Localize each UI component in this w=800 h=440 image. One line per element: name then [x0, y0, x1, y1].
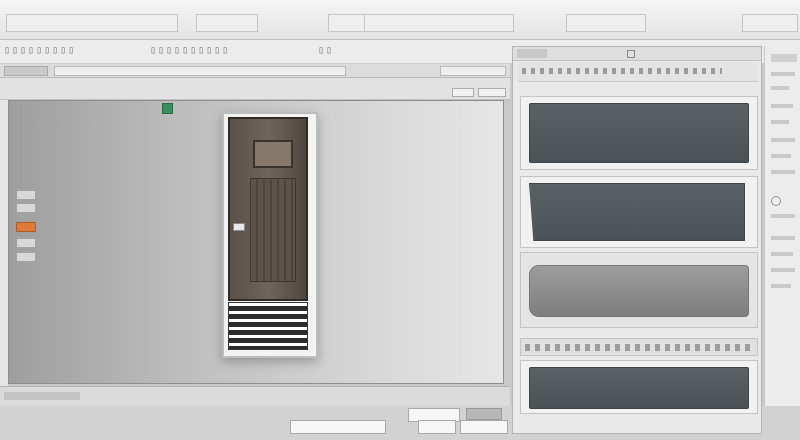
title-tab-3[interactable]: [328, 14, 366, 32]
thumbnail-image-4: [529, 367, 749, 409]
side-tool-2[interactable]: [16, 203, 36, 213]
door-panel: [250, 178, 296, 282]
viewport-left-rail: [0, 100, 8, 390]
thumbnail-card-3[interactable]: [520, 252, 758, 328]
door-vent-grille: [228, 302, 308, 350]
toolbar-icons-left[interactable]: ▯▯▯▯▯▯▯▯▯: [4, 45, 76, 56]
editor-tab-active[interactable]: [4, 66, 48, 76]
right-panel-tool-icons[interactable]: [522, 68, 722, 74]
toolbar-icons-right[interactable]: ▯▯: [318, 45, 334, 56]
editor-subheader: [0, 78, 510, 100]
prop-row-9[interactable]: [771, 236, 795, 240]
view-selector[interactable]: [440, 66, 506, 76]
prop-row-7[interactable]: [771, 170, 795, 174]
properties-column: [764, 46, 800, 406]
thumbnail-image-1: [529, 103, 749, 163]
thumbnail-image-3: [529, 265, 749, 317]
title-bar: [0, 0, 800, 40]
green-marker-icon[interactable]: [162, 103, 173, 114]
side-tool-1[interactable]: [16, 190, 36, 200]
prop-row-1[interactable]: [771, 72, 795, 76]
side-tool-active[interactable]: [16, 222, 36, 232]
prop-row-2[interactable]: [771, 86, 789, 90]
status-text: [4, 392, 80, 400]
title-tab-5[interactable]: [566, 14, 646, 32]
side-tool-4[interactable]: [16, 238, 36, 248]
prop-row-4[interactable]: [771, 120, 789, 124]
prop-row-5[interactable]: [771, 138, 795, 142]
thumbnail-strip[interactable]: [466, 408, 502, 420]
right-panel-header: [513, 47, 761, 61]
bottom-field-3[interactable]: [418, 420, 456, 434]
right-panel-toolbar: [518, 62, 758, 82]
prop-row-12[interactable]: [771, 284, 791, 288]
status-bar: [0, 386, 510, 406]
prop-row-8[interactable]: [771, 214, 795, 218]
title-tab-4[interactable]: [364, 14, 514, 32]
door-handle-icon: [233, 223, 245, 231]
prop-row-3[interactable]: [771, 104, 793, 108]
side-toolbar: [16, 190, 38, 270]
right-panel-bottom-toolbar: [520, 338, 758, 356]
title-tab-2[interactable]: [196, 14, 258, 32]
thumbnail-image-2: [529, 183, 745, 241]
prop-row-6[interactable]: [771, 154, 791, 158]
right-panel-tab[interactable]: [517, 49, 547, 58]
prop-toggle[interactable]: [771, 196, 781, 206]
bottom-toolbar-icons[interactable]: [525, 344, 753, 351]
prop-row-10[interactable]: [771, 252, 793, 256]
thumbnail-card-1[interactable]: [520, 96, 758, 170]
title-tab-1[interactable]: [6, 14, 178, 32]
editor-header: [0, 64, 510, 78]
toolbar-icons-mid[interactable]: ▯▯▯▯▯▯▯▯▯▯: [150, 45, 230, 56]
view-button-1[interactable]: [452, 88, 474, 97]
side-tool-5[interactable]: [16, 252, 36, 262]
title-tab-6[interactable]: [742, 14, 798, 32]
right-panel-icon[interactable]: [627, 50, 635, 58]
view-button-2[interactable]: [478, 88, 506, 97]
prop-row-11[interactable]: [771, 268, 795, 272]
thumbnail-card-4[interactable]: [520, 360, 758, 414]
prop-header: [771, 54, 797, 62]
vertical-ruler: [20, 104, 22, 184]
thumbnail-card-2[interactable]: [520, 176, 758, 248]
bottom-field-1[interactable]: [290, 420, 386, 434]
bottom-field-4[interactable]: [460, 420, 508, 434]
path-field[interactable]: [54, 66, 346, 76]
door-window: [253, 140, 293, 168]
